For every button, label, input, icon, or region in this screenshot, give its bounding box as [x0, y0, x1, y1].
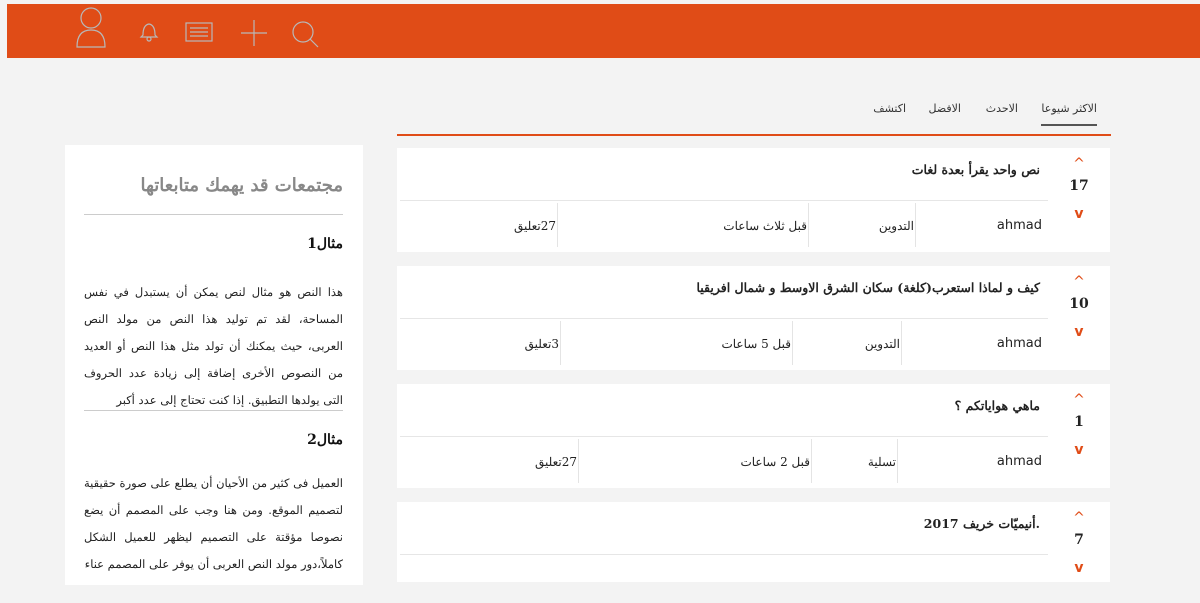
tab-most-popular[interactable]: الاكثر شيوعا — [1041, 102, 1097, 126]
post-author[interactable]: ahmad — [997, 319, 1042, 367]
vote-count: 17 — [1069, 178, 1089, 194]
upvote-button[interactable]: ^ — [1048, 156, 1110, 172]
vote-box: ^ 1 v — [1048, 384, 1110, 488]
top-navbar — [7, 4, 1200, 58]
post-title[interactable]: ماهي هواياتكم ؟ — [955, 398, 1040, 413]
downvote-button[interactable]: v — [1048, 324, 1110, 340]
vote-count: 1 — [1074, 414, 1084, 430]
post-comments[interactable]: 3تعليق — [525, 319, 561, 367]
post-author[interactable]: ahmad — [997, 437, 1042, 485]
vote-count: 10 — [1069, 296, 1089, 312]
post-card[interactable]: ^ 10 v كيف و لماذا استعرب(كلغة) سكان الش… — [397, 266, 1110, 370]
example-text: هذا النص هو مثال لنص يمكن أن يستبدل في ن… — [84, 285, 343, 407]
post-time: قبل 5 ساعات — [721, 337, 791, 351]
downvote-button[interactable]: v — [1048, 206, 1110, 222]
tab-best[interactable]: الافضل — [929, 102, 961, 115]
profile-icon[interactable] — [73, 4, 109, 50]
post-meta — [400, 554, 1048, 603]
post-time: قبل ثلاث ساعات — [723, 219, 807, 233]
post-category[interactable]: التدوين — [879, 201, 916, 249]
sort-tabs: الاكثر شيوعا الاحدث الافضل اكتشف — [397, 90, 1111, 136]
downvote-button[interactable]: v — [1048, 560, 1110, 576]
upvote-button[interactable]: ^ — [1048, 510, 1110, 526]
post-title[interactable]: نص واحد يقرأ بعدة لغات — [912, 162, 1040, 177]
post-time: قبل 2 ساعات — [740, 455, 810, 469]
news-icon[interactable] — [184, 20, 214, 44]
vote-box: ^ 10 v — [1048, 266, 1110, 370]
post-title[interactable]: كيف و لماذا استعرب(كلغة) سكان الشرق الاو… — [696, 280, 1040, 295]
post-card[interactable]: ^ 1 v ماهي هواياتكم ؟ ahmad تسلية قبل 2 … — [397, 384, 1110, 488]
post-card[interactable]: ^ 7 v .أنيميّات خريف 2017 — [397, 502, 1110, 582]
post-category[interactable]: تسلية — [868, 437, 898, 485]
vote-count: 7 — [1074, 532, 1084, 548]
post-meta: ahmad التدوين قبل 5 ساعات 3تعليق — [400, 318, 1048, 367]
sidebar-title: مجتمعات قد يهمك متابعاتها — [140, 175, 343, 196]
post-card[interactable]: ^ 17 v نص واحد يقرأ بعدة لغات ahmad التد… — [397, 148, 1110, 252]
post-meta: ahmad تسلية قبل 2 ساعات 27تعليق — [400, 436, 1048, 485]
tab-newest[interactable]: الاحدث — [986, 102, 1018, 115]
tab-discover[interactable]: اكتشف — [873, 102, 906, 115]
example-heading[interactable]: مثال2 — [307, 432, 343, 448]
downvote-button[interactable]: v — [1048, 442, 1110, 458]
search-icon[interactable] — [289, 18, 321, 50]
example-heading[interactable]: مثال1 — [307, 236, 343, 252]
post-comments[interactable]: 27تعليق — [514, 201, 558, 249]
post-comments[interactable]: 27تعليق — [535, 437, 579, 485]
post-category[interactable]: التدوين — [865, 319, 902, 367]
bell-icon[interactable] — [139, 20, 159, 42]
post-title[interactable]: .أنيميّات خريف 2017 — [924, 516, 1040, 531]
suggested-communities-panel: مجتمعات قد يهمك متابعاتها مثال1 هذا النص… — [65, 145, 363, 585]
example-text: العميل فى كثير من الأحيان أن يطلع على صو… — [84, 476, 343, 571]
post-meta: ahmad التدوين قبل ثلاث ساعات 27تعليق — [400, 200, 1048, 249]
vote-box: ^ 17 v — [1048, 148, 1110, 252]
plus-icon[interactable] — [239, 18, 269, 48]
upvote-button[interactable]: ^ — [1048, 274, 1110, 290]
vote-box: ^ 7 v — [1048, 502, 1110, 582]
upvote-button[interactable]: ^ — [1048, 392, 1110, 408]
post-author[interactable]: ahmad — [997, 201, 1042, 249]
